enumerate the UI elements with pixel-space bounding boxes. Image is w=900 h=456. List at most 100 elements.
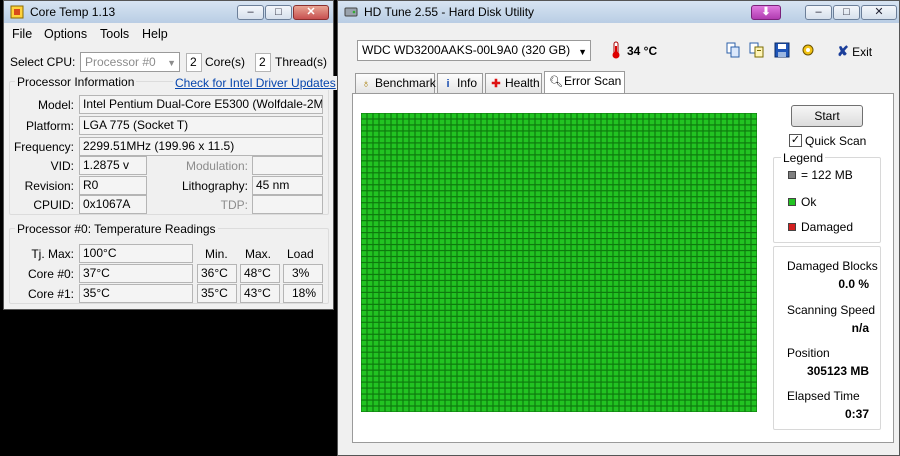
scan-block — [643, 143, 649, 149]
scan-block — [409, 143, 415, 149]
scan-block — [451, 281, 457, 286]
scan-block — [523, 346, 529, 352]
scan-block — [427, 269, 433, 274]
scan-block — [403, 346, 409, 352]
scan-block — [457, 185, 463, 191]
copy-all-icon[interactable] — [746, 39, 768, 61]
scan-block — [577, 149, 583, 155]
scan-block — [475, 239, 481, 244]
maximize-button[interactable]: □ — [833, 5, 860, 20]
scan-block — [523, 370, 529, 376]
scan-block — [475, 316, 481, 322]
scan-block — [535, 131, 541, 137]
menu-help[interactable]: Help — [142, 27, 168, 41]
scan-block — [589, 293, 595, 298]
scan-block — [571, 275, 577, 280]
scan-block — [727, 203, 733, 209]
scan-block — [751, 137, 757, 143]
scan-block — [367, 304, 373, 310]
start-button[interactable]: Start — [791, 105, 863, 127]
menu-tools[interactable]: Tools — [100, 27, 129, 41]
menu-file[interactable]: File — [12, 27, 32, 41]
scan-block — [559, 376, 565, 382]
scan-block — [535, 161, 541, 167]
scan-block — [541, 263, 547, 268]
scan-block — [373, 167, 379, 173]
scan-block — [541, 209, 547, 215]
tab-benchmark[interactable]: ♁ Benchmark — [355, 73, 436, 93]
close-button[interactable]: ✕ — [293, 5, 329, 20]
scan-block — [595, 245, 601, 250]
scan-block — [409, 346, 415, 352]
cpu-select[interactable]: Processor #0 ▼ — [80, 52, 180, 72]
scan-block — [367, 352, 373, 358]
scan-block — [541, 251, 547, 256]
scan-block — [529, 352, 535, 358]
scan-block — [583, 155, 589, 161]
scan-block — [421, 310, 427, 316]
scan-block — [385, 149, 391, 155]
scan-block — [463, 161, 469, 167]
scan-block — [547, 394, 553, 400]
scan-block — [643, 263, 649, 268]
scan-block — [667, 358, 673, 364]
scan-block — [643, 406, 649, 412]
tab-error-scan[interactable]: 🔍︎Error Scan — [544, 71, 625, 94]
exit-button[interactable]: ✘ Exit — [837, 43, 872, 60]
minimize-button[interactable]: – — [805, 5, 832, 20]
scan-block — [583, 388, 589, 394]
intel-driver-link[interactable]: Check for Intel Driver Updates — [173, 76, 338, 90]
scan-block — [583, 293, 589, 298]
pin-button[interactable]: ⬇ — [751, 5, 781, 20]
copy-icon[interactable] — [722, 39, 744, 61]
scan-block — [715, 233, 721, 238]
quick-scan-checkbox[interactable]: ✓ — [789, 134, 802, 147]
scan-block — [679, 287, 685, 292]
scan-block — [517, 167, 523, 173]
scan-block — [385, 334, 391, 340]
scan-block — [721, 113, 727, 119]
scan-block — [625, 185, 631, 191]
scan-block — [613, 221, 619, 227]
scan-block — [481, 340, 487, 346]
scan-block — [739, 239, 745, 244]
scan-block — [697, 388, 703, 394]
coretemp-titlebar[interactable]: Core Temp 1.13 – □ ✕ — [4, 1, 333, 23]
options-icon[interactable] — [797, 39, 819, 61]
save-icon[interactable] — [771, 39, 793, 61]
scan-block — [745, 328, 751, 334]
scan-block — [703, 209, 709, 215]
hdtune-titlebar[interactable]: HD Tune 2.55 - Hard Disk Utility ⬇ – □ ✕ — [338, 1, 899, 23]
maximize-button[interactable]: □ — [265, 5, 292, 20]
scan-block — [505, 400, 511, 406]
scan-block — [643, 179, 649, 185]
scan-block — [445, 143, 451, 149]
drive-select[interactable]: WDC WD3200AAKS-00L9A0 (320 GB) ▼ — [357, 40, 591, 61]
scan-block — [511, 185, 517, 191]
scan-block — [463, 304, 469, 310]
scan-block — [637, 197, 643, 203]
tab-health[interactable]: ✚ Health — [485, 73, 542, 93]
menu-options[interactable]: Options — [44, 27, 87, 41]
scan-block — [475, 310, 481, 316]
close-button[interactable]: ✕ — [861, 5, 897, 20]
scan-block — [559, 364, 565, 370]
scan-block — [745, 293, 751, 298]
scan-block — [529, 113, 535, 119]
legend-ok-label: Ok — [801, 195, 817, 209]
scan-block — [715, 358, 721, 364]
minimize-button[interactable]: – — [237, 5, 264, 20]
scan-block — [715, 287, 721, 292]
scan-block — [655, 382, 661, 388]
scan-block — [367, 370, 373, 376]
scan-block — [415, 400, 421, 406]
scan-block — [595, 334, 601, 340]
scan-block — [631, 131, 637, 137]
scan-block — [727, 310, 733, 316]
scan-block — [667, 203, 673, 209]
scan-block — [391, 334, 397, 340]
scan-block — [367, 281, 373, 286]
scan-block — [427, 304, 433, 310]
tab-info[interactable]: i Info — [437, 73, 483, 93]
scan-block — [565, 197, 571, 203]
